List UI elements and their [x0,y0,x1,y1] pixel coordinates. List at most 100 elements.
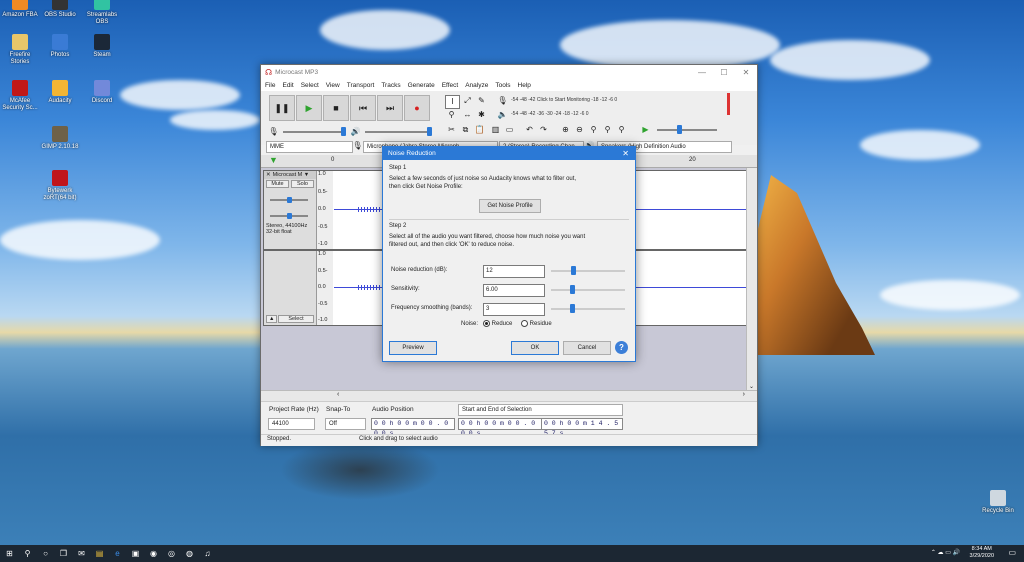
window-titlebar[interactable]: ☊ Microcast MP3 — ☐ ✕ [261,65,757,79]
field-slider-1[interactable] [551,285,625,294]
residue-radio-dot[interactable] [521,320,528,327]
field-slider-0[interactable] [551,266,625,275]
field-input-0[interactable]: 12 [483,265,545,278]
selection-tool-icon[interactable]: I [445,95,460,109]
cancel-button[interactable]: Cancel [563,341,611,355]
menu-analyze[interactable]: Analyze [465,82,488,89]
menu-tools[interactable]: Tools [495,82,510,89]
skip-end-button[interactable]: ⏭ [377,95,403,121]
obs-taskbar-icon[interactable]: ◍ [184,548,195,559]
skip-start-button[interactable]: ⏮ [350,95,376,121]
collapse-icon[interactable]: ▲ [266,315,278,323]
menu-transport[interactable]: Transport [347,82,375,89]
desktop-icon-audacity[interactable]: Audacity [40,80,80,105]
project-rate-select[interactable]: 44100 [268,418,315,430]
desktop-icon-amazon[interactable]: Amazon FBA [0,0,40,19]
menu-effect[interactable]: Effect [442,82,459,89]
record-button[interactable]: ● [404,95,430,121]
track-close-icon[interactable]: ✕ [266,172,271,178]
field-slider-2[interactable] [551,304,625,313]
slider-thumb[interactable] [571,266,576,275]
noise-reduction-dialog[interactable]: Noise Reduction ✕ Step 1 Select a few se… [382,146,636,362]
fit-project-icon[interactable]: ⚲ [601,124,614,136]
record-meter-mic-icon[interactable]: 🎙 [496,95,509,107]
vertical-scrollbar[interactable]: ⌄ [746,168,757,390]
menu-edit[interactable]: Edit [282,82,293,89]
record-meter[interactable]: -54 -48 -42 Click to Start Monitoring -1… [511,97,617,103]
preview-button[interactable]: Preview [389,341,437,355]
slider-thumb[interactable] [570,285,575,294]
menu-help[interactable]: Help [518,82,531,89]
desktop-icon-mcafee[interactable]: McAfee Security Sc... [0,80,40,112]
dialog-close-icon[interactable]: ✕ [622,147,629,160]
desktop-icon-bytewerk[interactable]: Bytewerk zoRT(64 bit) [40,170,80,202]
audio-position-field[interactable]: 0 0 h 0 0 m 0 0 . 0 0 0 s [371,418,455,437]
undo-icon[interactable]: ↶ [523,124,536,136]
menu-tracks[interactable]: Tracks [381,82,400,89]
play-at-speed-slider[interactable] [657,125,717,134]
store-icon[interactable]: ▣ [130,548,141,559]
track-name-menu[interactable]: Microcast M ▼ [273,172,310,178]
scroll-left-icon[interactable]: ‹ [337,391,339,398]
file-explorer-icon[interactable]: ▤ [94,548,105,559]
search-icon[interactable]: ⚲ [22,548,33,559]
paste-icon[interactable]: 📋 [473,124,486,136]
ruler-arrow-icon[interactable]: ▼ [269,155,278,165]
desktop-icon-gimp[interactable]: GIMP 2.10.18 [40,126,80,151]
playback-meter[interactable]: -54 -48 -42 -36 -30 -24 -18 -12 -6 0 [511,111,589,117]
horizontal-scrollbar[interactable]: ‹ › [261,390,757,401]
scroll-right-icon[interactable]: › [743,391,745,398]
selection-mode-select[interactable]: Start and End of Selection [458,404,623,416]
menu-view[interactable]: View [326,82,340,89]
help-icon[interactable]: ? [615,341,628,354]
desktop-icon-steam[interactable]: Steam [82,34,122,59]
cortana-icon[interactable]: ○ [40,548,51,559]
dialog-titlebar[interactable]: Noise Reduction ✕ [383,147,635,160]
menu-select[interactable]: Select [301,82,319,89]
zoom-toggle-icon[interactable]: ⚲ [615,124,628,136]
play-button[interactable]: ▶ [296,95,322,121]
notification-icon[interactable]: ▭ [1008,548,1016,557]
select-button[interactable]: Select [278,315,314,323]
get-noise-profile-button[interactable]: Get Noise Profile [479,199,541,213]
audacity-taskbar-icon[interactable]: ♫ [202,548,213,559]
menu-file[interactable]: File [265,82,275,89]
scroll-down-icon[interactable]: ⌄ [749,383,754,390]
desktop-icon-discord[interactable]: Discord [82,80,122,105]
close-button[interactable]: ✕ [735,68,757,77]
residue-radio[interactable]: Residue [521,320,552,327]
fit-selection-icon[interactable]: ⚲ [587,124,600,136]
selection-end-field[interactable]: 0 0 h 0 0 m 1 4 . 5 5 7 s [541,418,623,437]
minimize-button[interactable]: — [691,68,713,77]
reduce-radio-dot[interactable] [483,320,490,327]
gain-slider[interactable] [270,197,308,203]
stop-button[interactable]: ■ [323,95,349,121]
zoom-in-icon[interactable]: ⊕ [559,124,572,136]
selection-start-field[interactable]: 0 0 h 0 0 m 0 0 . 0 0 0 s [458,418,542,437]
audio-host-select[interactable]: MME [266,141,353,153]
field-input-2[interactable]: 3 [483,303,545,316]
reduce-radio[interactable]: Reduce [483,320,512,327]
cut-icon[interactable]: ✂ [445,124,458,136]
redo-icon[interactable]: ↷ [537,124,550,136]
draw-tool-icon[interactable]: ✎ [475,95,488,107]
menu-generate[interactable]: Generate [408,82,435,89]
clock[interactable]: 8:34 AM 3/29/2020 [970,546,994,560]
desktop-icon-recycle-bin[interactable]: Recycle Bin [978,490,1018,515]
chrome-icon[interactable]: ◎ [166,548,177,559]
play-at-speed-icon[interactable]: ▶ [639,124,652,136]
mute-button[interactable]: Mute [266,180,289,188]
playback-meter-speaker-icon[interactable]: 🔈 [496,109,509,121]
multi-tool-icon[interactable]: ✱ [475,109,488,121]
solo-button[interactable]: Solo [291,180,314,188]
pause-button[interactable]: ❚❚ [269,95,295,121]
pan-slider[interactable] [270,213,308,219]
steam-taskbar-icon[interactable]: ◉ [148,548,159,559]
zoom-out-icon[interactable]: ⊖ [573,124,586,136]
ok-button[interactable]: OK [511,341,559,355]
maximize-button[interactable]: ☐ [713,68,735,77]
edge-icon[interactable]: e [112,548,123,559]
copy-icon[interactable]: ⧉ [459,124,472,136]
task-view-icon[interactable]: ❐ [58,548,69,559]
silence-icon[interactable]: ▭ [503,124,516,136]
